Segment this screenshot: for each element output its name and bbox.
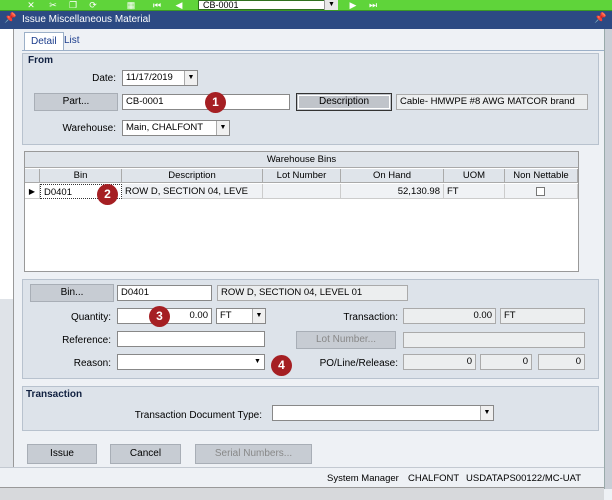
transaction-document-type-select[interactable]: ▼ (272, 405, 494, 421)
warehouse-bins-grid: Warehouse Bins Bin Description Lot Numbe… (24, 151, 579, 272)
table-cell-uom[interactable]: FT (444, 184, 505, 199)
issue-button[interactable]: Issue (27, 444, 97, 464)
po-line-release-label: PO/Line/Release: (319, 358, 398, 369)
last-record-icon[interactable]: ⏭ (366, 0, 380, 10)
transaction-quantity-value: 0.00 (473, 310, 493, 321)
copy-icon[interactable]: ❐ (66, 0, 80, 10)
part-value: CB-0001 (126, 96, 164, 107)
table-cell-lot-number[interactable] (263, 184, 341, 199)
po-value: 0 (466, 356, 472, 367)
toolbar: ✕ ✂ ❐ ⟳ ▦ ⏮ ◀ CB-0001 ▼ ▶ ⏭ (0, 0, 612, 11)
row-selector-icon[interactable]: ▶ (25, 184, 40, 199)
release-value: 0 (575, 356, 581, 367)
refresh-icon[interactable]: ⟳ (86, 0, 100, 10)
bin-description-value: ROW D, SECTION 04, LEVEL 01 (221, 287, 363, 298)
delete-icon[interactable]: ✕ (24, 0, 38, 10)
next-record-icon[interactable]: ▶ (346, 0, 360, 10)
transaction-section-title: Transaction (26, 389, 83, 400)
line-field: 0 (480, 354, 532, 370)
description-field: Cable- HMWPE #8 AWG MATCOR brand (396, 94, 588, 110)
part-navigation-combo[interactable]: CB-0001 (198, 0, 338, 10)
date-label: Date: (92, 73, 116, 84)
window-titlebar: 📌 Issue Miscellaneous Material 📌 (0, 11, 612, 29)
non-nettable-checkbox[interactable] (536, 187, 545, 196)
reason-label: Reason: (73, 358, 111, 369)
tab-list-label: List (64, 35, 80, 46)
column-header-lot-number[interactable]: Lot Number (263, 169, 341, 183)
date-field[interactable]: 11/17/2019 ▼ (122, 70, 198, 86)
table-cell-description[interactable]: ROW D, SECTION 04, LEVE (122, 184, 263, 199)
transaction-document-type-label: Transaction Document Type: (134, 410, 262, 421)
date-value: 11/17/2019 (126, 72, 173, 83)
grid-title: Warehouse Bins (25, 152, 578, 168)
previous-record-icon[interactable]: ◀ (172, 0, 186, 10)
part-navigation-value: CB-0001 (203, 0, 239, 10)
transaction-quantity-field: 0.00 (403, 308, 496, 324)
quantity-label: Quantity: (70, 312, 111, 323)
bin-value: D0401 (121, 287, 149, 298)
column-header-non-nettable[interactable]: Non Nettable (505, 169, 578, 183)
bin-field[interactable]: D0401 (117, 285, 212, 301)
transaction-uom-field: FT (500, 308, 585, 324)
first-record-icon[interactable]: ⏮ (150, 0, 164, 10)
serial-numbers-button[interactable]: Serial Numbers... (195, 444, 312, 464)
release-field: 0 (538, 354, 585, 370)
column-header-description[interactable]: Description (122, 169, 263, 183)
tab-divider (22, 50, 604, 51)
quantity-value: 0.00 (189, 310, 209, 321)
from-section-title: From (28, 55, 53, 66)
callout-marker: 2 (97, 184, 118, 205)
tree-icon[interactable]: ▦ (124, 0, 138, 10)
table-cell-on-hand[interactable]: 52,130.98 (341, 184, 444, 199)
status-environment: USDATAPS00122/MC-UAT (466, 473, 582, 484)
bin-button[interactable]: Bin... (30, 284, 114, 302)
right-scrollbar[interactable] (604, 29, 612, 489)
callout-marker: 3 (149, 306, 170, 327)
callout-marker: 4 (271, 355, 292, 376)
column-header-uom[interactable]: UOM (444, 169, 505, 183)
column-header-bin[interactable]: Bin (40, 169, 122, 183)
column-header-on-hand[interactable]: On Hand (341, 169, 444, 183)
tab-detail-label: Detail (31, 36, 57, 47)
chevron-down-icon[interactable]: ▼ (252, 309, 265, 323)
reference-field[interactable] (117, 331, 265, 347)
description-button[interactable]: Description (296, 93, 392, 111)
tab-list[interactable]: List (58, 32, 86, 50)
transaction-label: Transaction: (343, 312, 398, 323)
warehouse-label: Warehouse: (62, 123, 116, 134)
reference-label: Reference: (62, 335, 111, 346)
pin-icon[interactable]: 📌 (4, 13, 16, 24)
reason-select[interactable]: ▼ (117, 354, 265, 370)
left-panel-list (0, 29, 13, 299)
status-site: CHALFONT (408, 473, 460, 484)
warehouse-select[interactable]: Main, CHALFONT ▼ (122, 120, 230, 136)
po-field: 0 (403, 354, 476, 370)
chevron-down-icon[interactable]: ▼ (324, 0, 338, 10)
description-value: Cable- HMWPE #8 AWG MATCOR brand (400, 96, 575, 107)
taskbar-strip (0, 487, 604, 500)
lot-number-button[interactable]: Lot Number... (296, 331, 396, 349)
chevron-down-icon[interactable]: ▼ (480, 406, 493, 420)
chevron-down-icon[interactable]: ▼ (184, 71, 197, 85)
chevron-down-icon[interactable]: ▼ (251, 355, 264, 369)
part-button[interactable]: Part... (34, 93, 118, 111)
status-user: System Manager (327, 473, 399, 484)
table-cell-non-nettable[interactable] (505, 184, 578, 199)
chevron-down-icon[interactable]: ▼ (216, 121, 229, 135)
lot-number-field (403, 332, 585, 348)
line-value: 0 (522, 356, 528, 367)
quantity-uom-select[interactable]: FT ▼ (216, 308, 266, 324)
grid-row-header (25, 169, 40, 183)
pin-icon[interactable]: 📌 (594, 13, 606, 24)
callout-marker: 1 (205, 92, 226, 113)
bin-description-field: ROW D, SECTION 04, LEVEL 01 (217, 285, 408, 301)
window-title: Issue Miscellaneous Material (22, 14, 151, 25)
cut-icon[interactable]: ✂ (46, 0, 60, 10)
status-bar: System Manager CHALFONT USDATAPS00122/MC… (0, 467, 604, 487)
warehouse-value: Main, CHALFONT (126, 122, 204, 133)
cancel-button[interactable]: Cancel (110, 444, 181, 464)
transaction-uom-value: FT (504, 310, 516, 321)
quantity-uom-value: FT (220, 310, 232, 321)
